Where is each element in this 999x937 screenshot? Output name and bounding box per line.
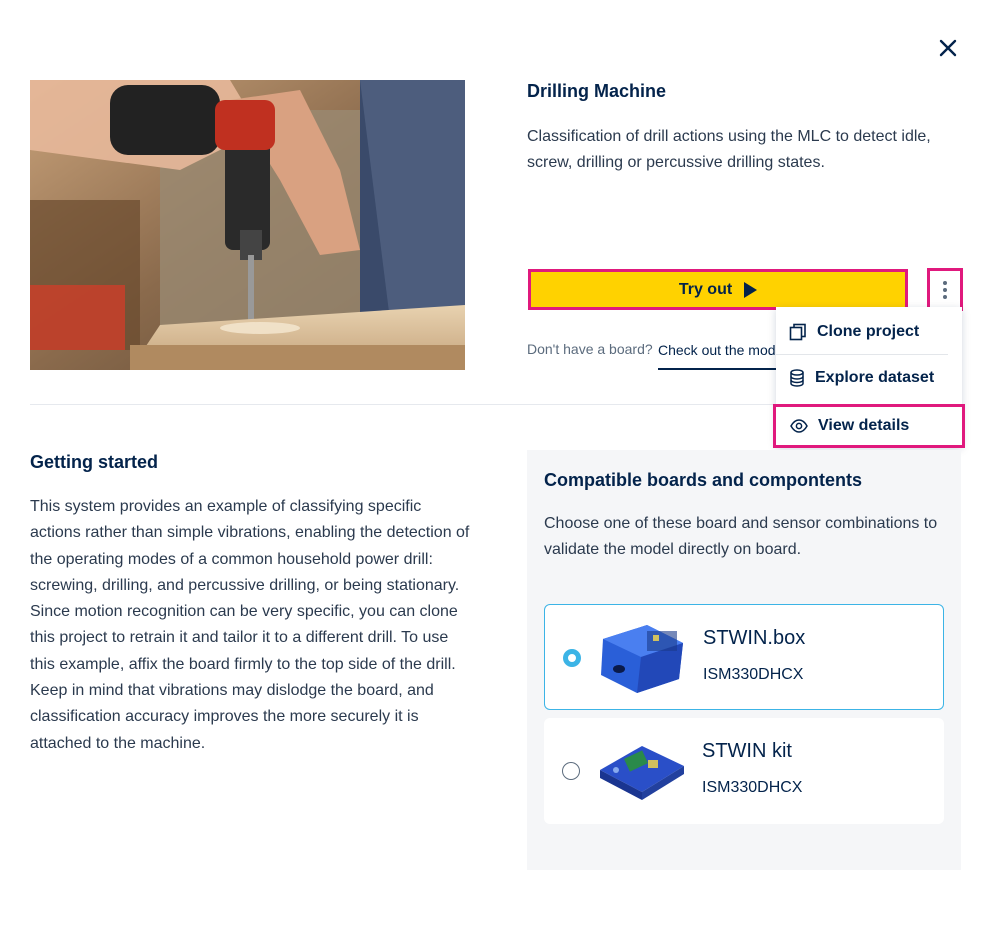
no-board-text: Don't have a board? [527,341,653,357]
more-vertical-icon [943,280,947,299]
play-icon [744,281,758,298]
menu-item-label: Explore dataset [815,369,935,386]
radio-button[interactable] [562,762,580,780]
board-option-stwin-kit[interactable]: STWIN kit ISM330DHCX [544,718,944,824]
stwin-box-image [601,625,683,693]
board-option-stwin-box[interactable]: STWIN.box ISM330DHCX [544,604,944,710]
eye-icon [790,419,808,433]
board-name: STWIN kit [702,740,792,762]
radio-button[interactable] [563,649,581,667]
board-sensor: ISM330DHCX [702,779,803,796]
project-image [30,80,465,370]
menu-item-explore-dataset[interactable]: Explore dataset [776,355,962,401]
close-button[interactable] [936,36,960,60]
board-name: STWIN.box [703,627,806,649]
try-out-button[interactable]: Try out [528,269,908,310]
project-description: Classification of drill actions using th… [527,128,931,171]
try-out-label: Try out [678,280,733,298]
compatible-boards-panel: Compatible boards and compontents Choose… [527,450,961,870]
project-title: Drilling Machine [527,81,667,101]
board-sensor: ISM330DHCX [703,666,804,683]
project-details-dialog: Drilling Machine Classification of drill… [0,0,999,937]
menu-item-view-details[interactable]: View details [773,404,965,448]
compatible-boards-title: Compatible boards and compontents [544,470,863,490]
compatible-boards-description: Choose one of these board and sensor com… [544,515,938,558]
database-icon [790,369,804,387]
getting-started-title: Getting started [30,452,159,472]
getting-started-body: This system provides an example of class… [30,498,470,752]
copy-icon [789,323,806,340]
check-out-models-link[interactable]: Check out the models [658,342,776,370]
menu-item-label: Clone project [817,322,920,340]
menu-item-clone-project[interactable]: Clone project [776,309,948,355]
stwin-kit-image [600,746,684,800]
options-menu: Clone project Explore dataset View detai… [773,307,965,448]
close-icon [939,39,957,57]
menu-item-label: View details [818,417,910,434]
more-options-button[interactable] [927,268,963,311]
